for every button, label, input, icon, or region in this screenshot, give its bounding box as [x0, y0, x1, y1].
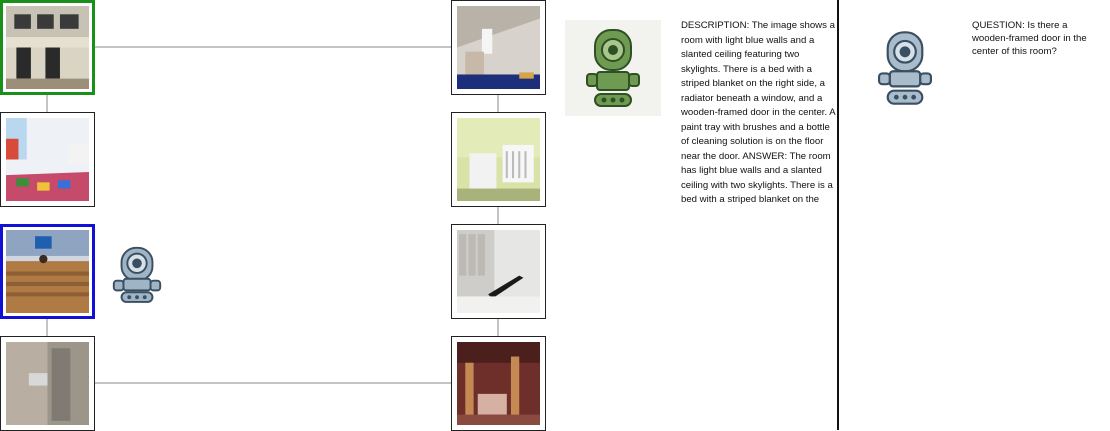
image-reception[interactable]	[0, 224, 95, 319]
image-shower[interactable]	[0, 336, 95, 431]
robot-icon	[108, 238, 166, 306]
diagram-canvas: DESCRIPTION: The image shows a room with…	[0, 0, 1110, 431]
image-playroom[interactable]	[0, 112, 95, 207]
question-text: QUESTION: Is there a wooden-framed door …	[972, 20, 1087, 57]
robot-icon	[872, 28, 938, 108]
describer-robot-panel	[565, 20, 661, 116]
panel-divider	[837, 0, 839, 430]
description-text: DESCRIPTION: The image shows a room with…	[681, 20, 836, 205]
image-nursery[interactable]	[451, 112, 546, 207]
image-basement[interactable]	[451, 336, 546, 431]
image-attic-room[interactable]	[451, 0, 546, 95]
robot-icon	[583, 26, 643, 110]
image-locker-room[interactable]	[451, 224, 546, 319]
image-computer-lab[interactable]	[0, 0, 95, 95]
